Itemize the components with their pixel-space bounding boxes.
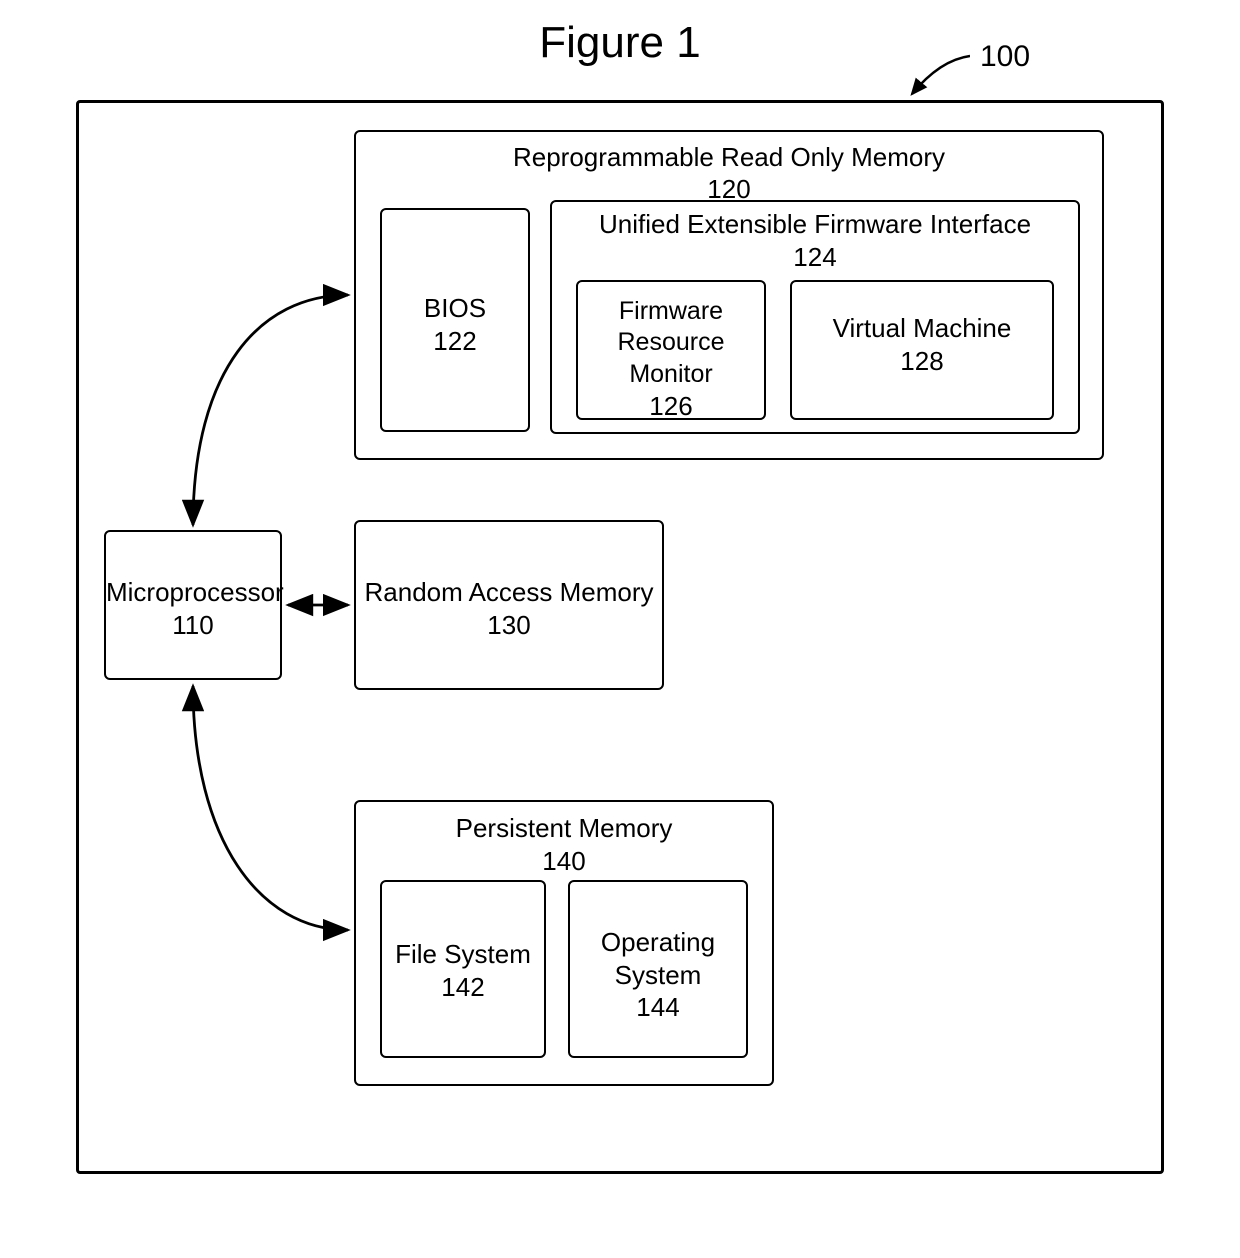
micro-pm-connector bbox=[193, 686, 348, 930]
micro-rom-connector bbox=[193, 295, 348, 525]
connectors-layer bbox=[0, 0, 1240, 1258]
